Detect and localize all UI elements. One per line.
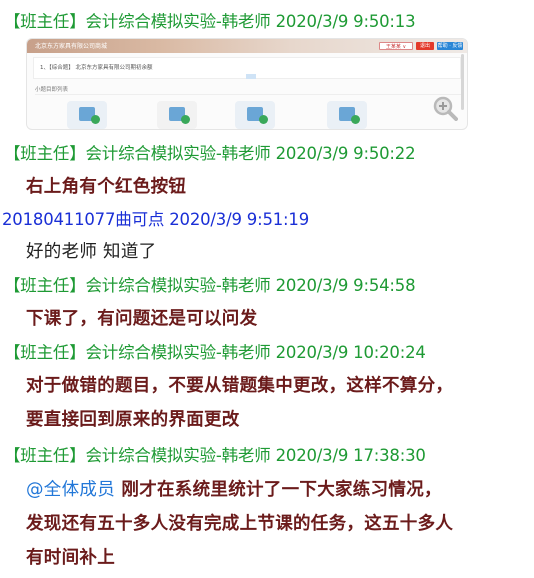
check-icon <box>351 115 360 124</box>
message-text: 下课了，有问题还是可以问发 <box>26 309 258 329</box>
mention-all[interactable]: @全体成员 <box>26 480 115 500</box>
sender-name[interactable]: 【班主任】会计综合模拟实验-韩老师 <box>4 144 271 163</box>
screenshot-scrollbar <box>461 54 464 110</box>
message-header: 【班主任】会计综合模拟实验-韩老师 2020/3/9 9:54:58 <box>4 272 416 296</box>
message-header: 【班主任】会计综合模拟实验-韩老师 2020/3/9 9:50:22 <box>4 140 416 164</box>
sender-name[interactable]: 【班主任】会计综合模拟实验-韩老师 <box>4 12 271 31</box>
message-text-line: 要直接回到原来的界面更改 <box>26 410 240 430</box>
timestamp: 2020/3/9 9:54:58 <box>275 276 416 295</box>
screenshot-topbar: 北京东方家具有限公司商城 王某某 ∨ 退出 帮助 · 反馈 <box>27 39 467 53</box>
message-text-line: 发现还有五十多人没有完成上节课的任务，这五十多人 <box>26 514 454 534</box>
check-icon <box>259 115 268 124</box>
screenshot-panel: 1、【综合题】 北京东方家具有限公司期初余额 <box>33 57 461 79</box>
screenshot-blue-button: 帮助 · 反馈 <box>437 42 463 50</box>
timestamp: 2020/3/9 17:38:30 <box>275 446 426 465</box>
message-header: 【班主任】会计综合模拟实验-韩老师 2020/3/9 10:20:24 <box>4 339 426 363</box>
sender-name[interactable]: 【班主任】会计综合模拟实验-韩老师 <box>4 446 271 465</box>
zoom-in-icon[interactable] <box>432 95 458 121</box>
message-header: 【班主任】会计综合模拟实验-韩老师 2020/3/9 9:50:13 <box>4 8 416 32</box>
screenshot-card <box>327 101 367 129</box>
check-icon <box>91 115 100 124</box>
screenshot-tab <box>246 74 256 79</box>
sender-name[interactable]: 【班主任】会计综合模拟实验-韩老师 <box>4 276 271 295</box>
check-icon <box>181 115 190 124</box>
timestamp: 2020/3/9 9:50:13 <box>275 12 416 31</box>
message-text-line: @全体成员 刚才在系统里统计了一下大家练习情况， <box>26 476 442 501</box>
screenshot-subtitle: 小题目即列表 <box>35 87 69 93</box>
screenshot-divider <box>35 94 461 95</box>
screenshot-user-button: 王某某 ∨ <box>379 42 413 50</box>
screenshot-brand: 北京东方家具有限公司商城 <box>35 43 108 50</box>
message-text-line: 对于做错的题目，不要从错题集中更改，这样不算分， <box>26 376 454 396</box>
screenshot-card <box>67 101 107 129</box>
screenshot-row: 1、【综合题】 北京东方家具有限公司期初余额 <box>40 65 153 71</box>
message-text-line: 有时间补上 <box>26 548 115 568</box>
timestamp: 2020/3/9 9:50:22 <box>275 144 416 163</box>
message-header: 【班主任】会计综合模拟实验-韩老师 2020/3/9 17:38:30 <box>4 442 426 466</box>
message-text: 好的老师 知道了 <box>26 242 157 262</box>
sender-name[interactable]: 【班主任】会计综合模拟实验-韩老师 <box>4 343 271 362</box>
screenshot-thumbnail[interactable]: 北京东方家具有限公司商城 王某某 ∨ 退出 帮助 · 反馈 1、【综合题】 北京… <box>26 38 468 130</box>
screenshot-red-button: 退出 <box>416 42 434 50</box>
timestamp: 2020/3/9 9:51:19 <box>169 210 309 229</box>
message-text: 右上角有个红色按钮 <box>26 177 187 197</box>
timestamp: 2020/3/9 10:20:24 <box>275 343 426 362</box>
sender-name[interactable]: 20180411077曲可点 <box>2 210 164 229</box>
screenshot-card <box>157 101 197 129</box>
screenshot-card <box>235 101 275 129</box>
message-header: 20180411077曲可点 2020/3/9 9:51:19 <box>2 206 309 230</box>
message-text: 刚才在系统里统计了一下大家练习情况， <box>121 480 442 500</box>
